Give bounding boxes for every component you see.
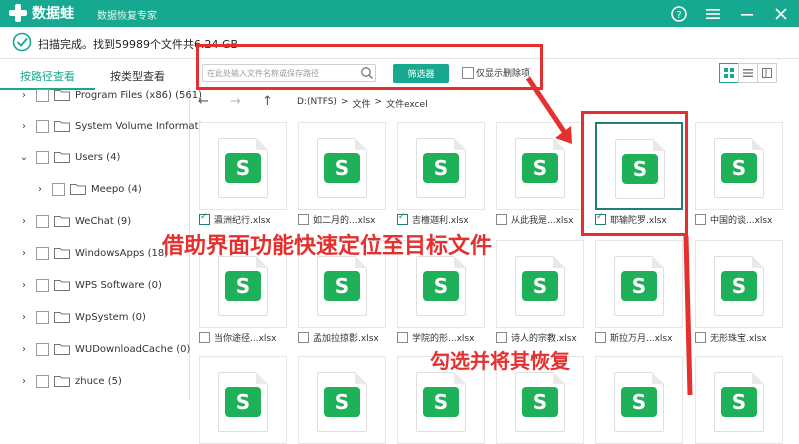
annotation-restore-text: 勾选并将其恢复 [430,349,570,373]
annotation-arrows [525,76,693,396]
annotation-locate-text: 借助界面功能快速定位至目标文件 [162,234,493,259]
